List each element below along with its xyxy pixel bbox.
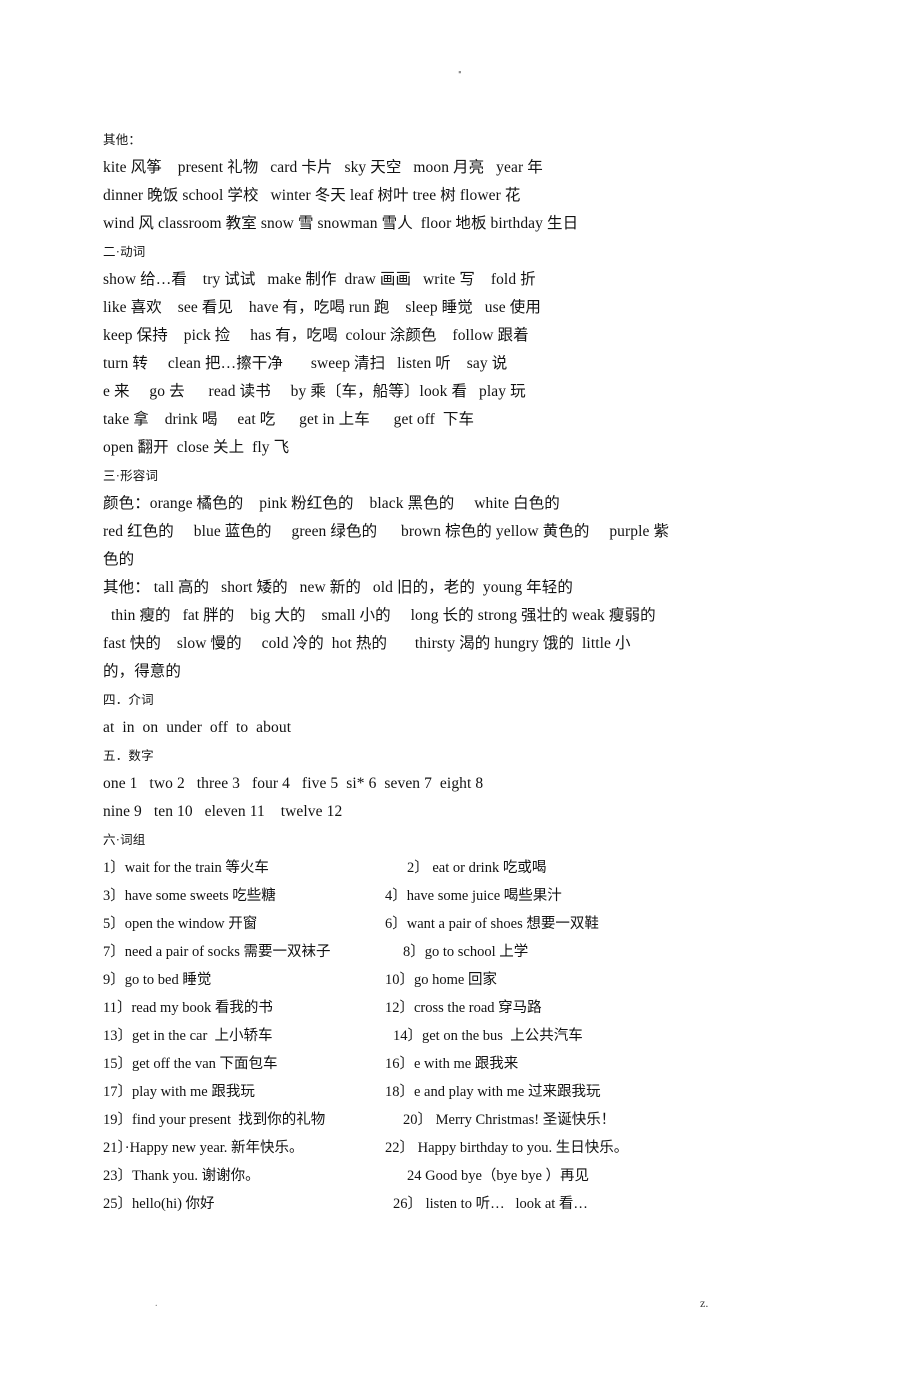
phrase-item: 4〕have some juice 喝些果汁	[385, 888, 562, 904]
verbs-line: open 翻开 close 关上 fly 飞	[103, 439, 290, 456]
numbers-line: one 1 two 2 three 3 four 4 five 5 si* 6 …	[103, 775, 484, 792]
phrase-item: 22〕 Happy birthday to you. 生日快乐。	[385, 1140, 629, 1156]
phrase-item: 24 Good bye（bye bye ）再见	[407, 1168, 590, 1184]
verbs-line: take 拿 drink 喝 eat 吃 get in 上车 get off 下…	[103, 411, 475, 428]
phrase-row: 17〕play with me 跟我玩 18〕e and play with m…	[103, 1078, 803, 1106]
verbs-line: show 给…看 try 试试 make 制作 draw 画画 write 写 …	[103, 271, 536, 288]
phrase-item: 2〕 eat or drink 吃或喝	[407, 860, 547, 876]
phrase-item: 7〕need a pair of socks 需要一双袜子	[103, 944, 331, 960]
phrase-row: 23〕Thank you. 谢谢你。 24 Good bye（bye bye ）…	[103, 1162, 803, 1190]
phrase-item: 13〕get in the car 上小轿车	[103, 1028, 273, 1044]
phrase-row: 19〕find your present 找到你的礼物 20〕 Merry Ch…	[103, 1106, 803, 1134]
phrase-item: 5〕open the window 开窗	[103, 916, 258, 932]
nouns-other-line: dinner 晚饭 school 学校 winter 冬天 leaf 树叶 tr…	[103, 187, 521, 204]
nouns-other-line: kite 风筝 present 礼物 card 卡片 sky 天空 moon 月…	[103, 159, 543, 176]
phrase-item: 18〕e and play with me 过来跟我玩	[385, 1084, 601, 1100]
adjectives-colors-line: 颜色：orange 橘色的 pink 粉红色的 black 黑色的 white …	[103, 495, 560, 512]
adjectives-colors-line: red 红色的 blue 蓝色的 green 绿色的 brown 棕色的 yel…	[103, 523, 670, 540]
heading-nouns-other: 其他：	[103, 133, 142, 147]
phrase-item: 25〕hello(hi) 你好	[103, 1196, 215, 1212]
verbs-line: keep 保持 pick 捡 has 有，吃喝 colour 涂颜色 follo…	[103, 327, 529, 344]
footer-right-mark: z.	[700, 1296, 709, 1310]
heading-verbs: 二·动词	[103, 245, 146, 259]
nouns-other-line: wind 风 classroom 教室 snow 雪 snowman 雪人 fl…	[103, 215, 579, 232]
phrase-item: 9〕go to bed 睡觉	[103, 972, 212, 988]
phrase-item: 11〕read my book 看我的书	[103, 1000, 273, 1016]
phrase-item: 1〕wait for the train 等火车	[103, 860, 269, 876]
phrase-item: 16〕e with me 跟我来	[385, 1056, 519, 1072]
phrase-item: 10〕go home 回家	[385, 972, 497, 988]
phrase-item: 8〕go to school 上学	[403, 944, 529, 960]
heading-adjectives: 三·形容词	[103, 469, 159, 483]
numbers-line: nine 9 ten 10 eleven 11 twelve 12	[103, 803, 343, 820]
adjectives-other-line: fast 快的 slow 慢的 cold 冷的 hot 热的 thirsty 渴…	[103, 635, 631, 652]
phrase-item: 14〕get on the bus 上公共汽车	[393, 1028, 583, 1044]
adjectives-other-line: thin 瘦的 fat 胖的 big 大的 small 小的 long 长的 s…	[103, 607, 656, 624]
phrase-row: 11〕read my book 看我的书 12〕cross the road 穿…	[103, 994, 803, 1022]
phrase-row: 25〕hello(hi) 你好 26〕 listen to 听… look at…	[103, 1190, 803, 1218]
phrase-row: 9〕go to bed 睡觉 10〕go home 回家	[103, 966, 803, 994]
adjectives-other-line: 其他： tall 高的 short 矮的 new 新的 old 旧的，老的 yo…	[103, 579, 573, 596]
phrase-item: 21〕·Happy new year. 新年快乐。	[103, 1140, 304, 1156]
phrase-item: 26〕 listen to 听… look at 看…	[393, 1196, 588, 1212]
phrase-row: 13〕get in the car 上小轿车 14〕get on the bus…	[103, 1022, 803, 1050]
phrase-item: 6〕want a pair of shoes 想要一双鞋	[385, 916, 599, 932]
phrase-row: 1〕wait for the train 等火车 2〕 eat or drink…	[103, 854, 803, 882]
phrase-item: 3〕have some sweets 吃些糖	[103, 888, 276, 904]
phrase-row: 7〕need a pair of socks 需要一双袜子 8〕go to sc…	[103, 938, 803, 966]
phrase-item: 12〕cross the road 穿马路	[385, 1000, 542, 1016]
running-head: ▪	[0, 66, 920, 78]
phrase-item: 15〕get off the van 下面包车	[103, 1056, 278, 1072]
adjectives-colors-line: 色的	[103, 551, 135, 568]
phrase-row: 15〕get off the van 下面包车 16〕e with me 跟我来	[103, 1050, 803, 1078]
prepositions-line: at in on under off to about	[103, 719, 292, 736]
verbs-line: e 来 go 去 read 读书 by 乘〔车，船等〕look 看 play 玩	[103, 383, 526, 400]
phrase-row: 3〕have some sweets 吃些糖 4〕have some juice…	[103, 882, 803, 910]
phrase-item: 20〕 Merry Christmas! 圣诞快乐！	[403, 1112, 616, 1128]
phrase-item: 23〕Thank you. 谢谢你。	[103, 1168, 260, 1184]
document-page: ▪ 其他： kite 风筝 present 礼物 card 卡片 sky 天空 …	[0, 0, 920, 1388]
verbs-line: like 喜欢 see 看见 have 有，吃喝 run 跑 sleep 睡觉 …	[103, 299, 541, 316]
footer-left-mark: .	[155, 1298, 158, 1309]
adjectives-other-line: 的，得意的	[103, 663, 182, 680]
phrase-item: 19〕find your present 找到你的礼物	[103, 1112, 326, 1128]
running-head-mark: ▪	[458, 67, 462, 77]
verbs-line: turn 转 clean 把…擦干净 sweep 清扫 listen 听 say…	[103, 355, 508, 372]
running-foot: . z.	[0, 1296, 920, 1314]
heading-phrases: 六·词组	[103, 833, 146, 847]
heading-prepositions: 四．介词	[103, 693, 154, 707]
document-body: 其他： kite 风筝 present 礼物 card 卡片 sky 天空 mo…	[103, 126, 803, 1218]
phrase-item: 17〕play with me 跟我玩	[103, 1084, 255, 1100]
heading-numbers: 五．数字	[103, 749, 154, 763]
phrase-row: 21〕·Happy new year. 新年快乐。 22〕 Happy birt…	[103, 1134, 803, 1162]
phrase-row: 5〕open the window 开窗 6〕want a pair of sh…	[103, 910, 803, 938]
